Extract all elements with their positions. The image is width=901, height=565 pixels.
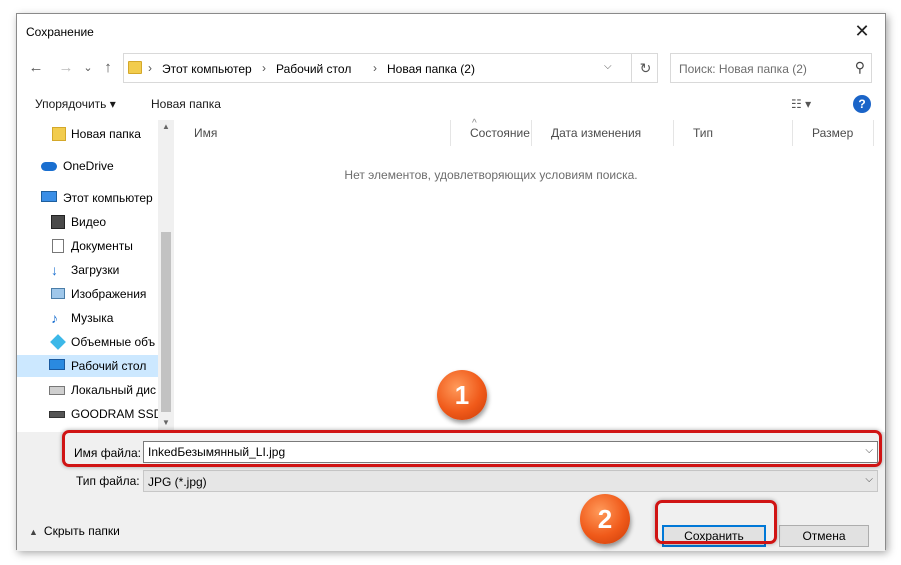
chevron-right-icon[interactable]: ›: [262, 61, 266, 75]
desktop-icon: [49, 359, 65, 370]
help-icon[interactable]: ?: [853, 95, 871, 113]
save-button-highlight: [655, 500, 777, 544]
breadcrumb-item[interactable]: Рабочий стол: [276, 62, 351, 76]
sidebar-item-documents[interactable]: Документы: [17, 235, 158, 257]
recent-locations-icon[interactable]: ⌄: [77, 58, 99, 78]
sidebar-item-downloads[interactable]: ↓ Загрузки: [17, 259, 158, 281]
video-icon: [51, 215, 65, 229]
toolbar: Упорядочить ▾ Новая папка ☷ ▾ ?: [17, 92, 885, 118]
sidebar-item-label: Документы: [71, 239, 133, 253]
sidebar-item-label: Загрузки: [71, 263, 120, 277]
sidebar-item-new-folder[interactable]: Новая папка: [17, 123, 158, 145]
step-badge-1: 1: [437, 370, 487, 420]
window-title: Сохранение: [26, 25, 94, 39]
music-icon: ♪: [51, 310, 58, 326]
breadcrumb-item[interactable]: Новая папка (2): [387, 62, 475, 76]
step-badge-2: 2: [580, 494, 630, 544]
file-list: ^ Имя Состояние Дата изменения Тип Разме…: [176, 118, 886, 432]
sidebar-item-label: Изображения: [71, 287, 147, 301]
filetype-select[interactable]: JPG (*.jpg) ⌵: [143, 470, 878, 492]
scrollbar-thumb[interactable]: [161, 232, 171, 412]
refresh-icon[interactable]: ↻: [631, 54, 659, 82]
folder-icon: [128, 61, 142, 74]
sidebar-item-label: Этот компьютер: [63, 191, 153, 205]
sidebar-item-label: OneDrive: [63, 159, 114, 173]
breadcrumb-item[interactable]: Этот компьютер: [162, 62, 252, 76]
download-icon: ↓: [51, 262, 58, 278]
search-icon: ⚲: [854, 59, 865, 75]
sidebar-item-local-disk[interactable]: Локальный дис: [17, 379, 158, 401]
sidebar-item-label: Видео: [71, 215, 107, 229]
sidebar-item-pictures[interactable]: Изображения: [17, 283, 158, 305]
sidebar-item-onedrive[interactable]: OneDrive: [17, 155, 158, 177]
cube-icon: [50, 334, 66, 350]
folder-icon: [52, 127, 66, 141]
hide-folders-label: Скрыть папки: [43, 524, 120, 538]
document-icon: [52, 239, 64, 253]
empty-message: Нет элементов, удовлетворяющих условиям …: [344, 168, 638, 182]
scroll-up-icon[interactable]: ▲: [162, 122, 170, 131]
chevron-down-icon[interactable]: ⌵: [865, 474, 873, 485]
view-options-icon[interactable]: ☷ ▾: [791, 97, 811, 111]
column-header-status[interactable]: Состояние: [452, 120, 532, 146]
new-folder-button[interactable]: Новая папка: [151, 97, 221, 111]
cloud-icon: [41, 162, 57, 171]
sidebar-item-3d-objects[interactable]: Объемные объ: [17, 331, 158, 353]
navigation-pane: Новая папка OneDrive Этот компьютер Виде…: [17, 120, 174, 432]
chevron-up-icon: ▲: [29, 527, 38, 537]
sidebar-item-label: Рабочий стол: [71, 359, 147, 373]
sidebar-item-goodram-ssd[interactable]: GOODRAM SSD: [17, 403, 162, 425]
computer-icon: [41, 191, 57, 202]
chevron-down-icon[interactable]: ⌵: [604, 61, 612, 72]
forward-icon[interactable]: →: [55, 58, 77, 78]
sidebar-scrollbar[interactable]: ▲ ▼: [158, 120, 174, 432]
chevron-right-icon[interactable]: ›: [373, 61, 377, 75]
sidebar-item-this-pc[interactable]: Этот компьютер: [17, 187, 158, 209]
title-bar: Сохранение ✕: [17, 14, 885, 48]
image-icon: [51, 288, 65, 299]
chevron-right-icon[interactable]: ›: [148, 61, 152, 75]
up-icon[interactable]: ↑: [97, 58, 119, 78]
sidebar-item-desktop[interactable]: Рабочий стол: [17, 355, 158, 377]
save-dialog: Сохранение ✕ ← → ⌄ ↑ › Этот компьютер › …: [16, 13, 886, 551]
filename-highlight: [62, 430, 882, 467]
column-header-name[interactable]: Имя: [176, 120, 451, 146]
sidebar-item-label: GOODRAM SSD: [71, 407, 163, 421]
organize-button[interactable]: Упорядочить ▾: [35, 97, 116, 111]
scroll-down-icon[interactable]: ▼: [162, 418, 170, 427]
search-placeholder: Поиск: Новая папка (2): [679, 62, 807, 76]
sidebar-item-label: Объемные объ: [71, 335, 156, 349]
address-row: ← → ⌄ ↑ › Этот компьютер › Рабочий стол …: [17, 52, 885, 84]
column-header-size[interactable]: Размер: [794, 120, 874, 146]
sidebar-item-label: Локальный дис: [71, 383, 156, 397]
close-icon[interactable]: ✕: [839, 14, 885, 48]
search-input[interactable]: Поиск: Новая папка (2) ⚲: [670, 53, 872, 83]
filetype-value: JPG (*.jpg): [148, 475, 207, 489]
column-header-date[interactable]: Дата изменения: [533, 120, 674, 146]
back-icon[interactable]: ←: [25, 58, 47, 78]
filetype-label: Тип файла:: [76, 474, 140, 488]
ssd-icon: [49, 411, 65, 418]
sidebar-item-label: Новая папка: [71, 127, 141, 141]
column-header-type[interactable]: Тип: [675, 120, 793, 146]
hide-folders-button[interactable]: ▲ Скрыть папки: [29, 524, 120, 538]
sidebar-item-music[interactable]: ♪ Музыка: [17, 307, 158, 329]
address-bar[interactable]: › Этот компьютер › Рабочий стол › Новая …: [123, 53, 658, 83]
sidebar-item-label: Музыка: [71, 311, 114, 325]
drive-icon: [49, 386, 65, 395]
sidebar-item-video[interactable]: Видео: [17, 211, 158, 233]
cancel-button[interactable]: Отмена: [779, 525, 869, 547]
